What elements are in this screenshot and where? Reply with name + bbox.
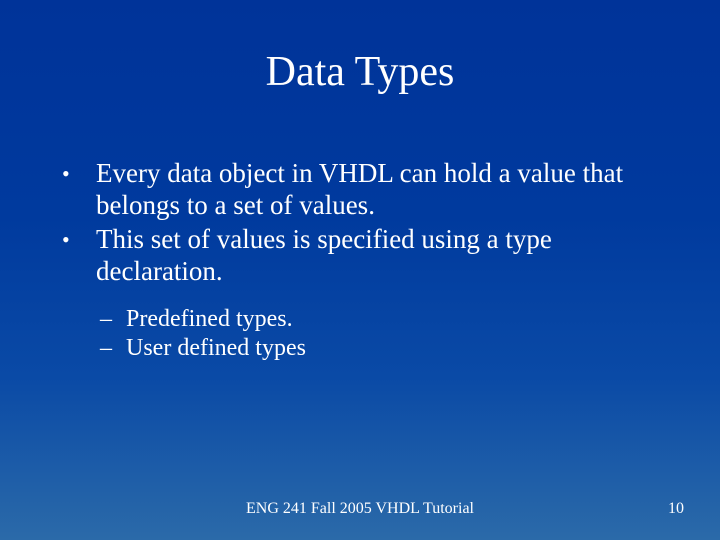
bullet-icon: • [60, 224, 96, 256]
slide-title: Data Types [0, 48, 720, 96]
slide: Data Types • Every data object in VHDL c… [0, 0, 720, 540]
dash-icon: – [100, 334, 126, 362]
sub-bullet-item: – User defined types [100, 334, 660, 362]
sub-bullet-text: User defined types [126, 334, 306, 362]
sub-bullet-item: – Predefined types. [100, 305, 660, 333]
sub-bullet-text: Predefined types. [126, 305, 293, 333]
bullet-icon: • [60, 158, 96, 190]
bullet-text: This set of values is specified using a … [96, 224, 660, 288]
dash-icon: – [100, 305, 126, 333]
slide-content: • Every data object in VHDL can hold a v… [60, 158, 660, 362]
page-number: 10 [668, 500, 684, 518]
bullet-item: • Every data object in VHDL can hold a v… [60, 158, 660, 222]
footer-text: ENG 241 Fall 2005 VHDL Tutorial [0, 500, 720, 518]
bullet-item: • This set of values is specified using … [60, 224, 660, 288]
sub-bullet-list: – Predefined types. – User defined types [100, 305, 660, 362]
bullet-text: Every data object in VHDL can hold a val… [96, 158, 660, 222]
